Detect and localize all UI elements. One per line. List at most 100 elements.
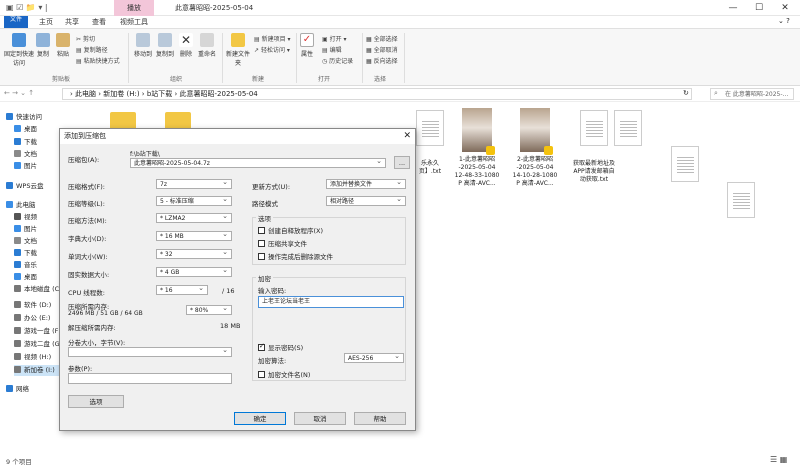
memory-usage-select[interactable]: * 80% (186, 305, 232, 315)
nav-item[interactable]: 此电脑 (6, 200, 60, 211)
new-folder-button[interactable]: 新建文件夹 (226, 33, 250, 67)
archive-name-combo[interactable]: 此意薯昭昭-2025-05-04.7z (130, 158, 386, 168)
select-none-button[interactable]: ▦ 全部取消 (366, 45, 398, 54)
dialog-close-button[interactable]: ✕ (403, 129, 411, 144)
navigation-pane: 快速访问 桌面 下载 文档 图片 WPS云盘 此电脑 视频 图片 文档 下载 音乐 桌面 本地磁盘 (C 软… (0, 104, 60, 452)
nav-arrows-icon[interactable]: ← → ⌄ ↑ (4, 89, 34, 97)
download-icon (14, 138, 21, 145)
paste-shortcut-button[interactable]: ▤ 粘贴快捷方式 (76, 56, 120, 65)
video-thumbnail-icon (520, 108, 553, 155)
nav-item[interactable]: 本地磁盘 (C (14, 284, 60, 295)
nav-item[interactable]: 游戏二盘 (G (14, 339, 60, 350)
browse-button[interactable]: ... (394, 156, 410, 169)
refresh-icon[interactable]: ↻ (683, 89, 689, 97)
nav-item[interactable]: 网络 (6, 384, 60, 395)
search-input[interactable]: 在 此意薯昭昭-2025-... (710, 88, 794, 100)
text-file-icon (580, 110, 608, 146)
move-to-button[interactable]: 移动到 (132, 33, 154, 58)
paste-button[interactable]: 粘贴 (54, 33, 72, 58)
pin-quick-access-button[interactable]: 固定到快速访问 (4, 33, 34, 67)
copy-path-button[interactable]: ▤ 复制路径 (76, 45, 108, 54)
level-select[interactable]: 5 - 标准压缩 (156, 196, 232, 206)
nav-item[interactable]: 视频 (14, 212, 60, 223)
encryption-group-label: 加密 (256, 273, 273, 283)
open-button[interactable]: ▣ 打开 ▾ (322, 34, 347, 43)
nav-item[interactable]: WPS云盘 (6, 181, 60, 192)
file-item[interactable]: 获取最新地址及 APP请发邮箱自 动获取.txt (566, 110, 622, 184)
file-item[interactable]: 2-此意薯昭昭 -2025-05-04 14-10-28-1080 P 高清-A… (508, 108, 562, 188)
properties-button[interactable]: ✓ 属性 (298, 33, 316, 58)
tab-video-tools[interactable]: 视频工具 (114, 16, 154, 28)
nav-item[interactable]: 办公 (E:) (14, 313, 60, 324)
nav-item[interactable]: 下载 (14, 137, 60, 148)
compress-shared-checkbox[interactable]: 压缩共享文件 (258, 238, 307, 248)
password-input[interactable]: 上老王论坛当老王 (258, 296, 404, 308)
encryption-method-label: 加密算法: (258, 357, 287, 365)
threads-total: / 16 (222, 287, 235, 295)
edit-button[interactable]: ▤ 编辑 (322, 45, 342, 54)
copy-to-button[interactable]: 复制到 (154, 33, 176, 58)
file-icon[interactable] (671, 146, 699, 182)
nav-item[interactable]: 游戏一盘 (F (14, 326, 60, 337)
nav-item-label: 办公 (E:) (24, 314, 51, 322)
encrypt-filenames-checkbox[interactable]: 加密文件名(N) (258, 369, 310, 379)
tab-view[interactable]: 查看 (86, 16, 112, 28)
nav-item[interactable]: 新加卷 (I:) (14, 365, 60, 376)
nav-item[interactable]: 下载 (14, 248, 60, 259)
copy-button[interactable]: 复制 (34, 33, 52, 58)
ribbon-collapse-icon[interactable]: ⌄ ? (778, 17, 790, 25)
update-mode-select[interactable]: 添加并替换文件 (326, 179, 406, 189)
tab-home[interactable]: 主页 (33, 16, 59, 28)
tab-share[interactable]: 共享 (59, 16, 85, 28)
nav-item[interactable]: 图片 (14, 161, 60, 172)
minimize-button[interactable]: — (722, 1, 744, 15)
details-view-icon[interactable]: ☰ ▦ (770, 455, 787, 464)
threads-select[interactable]: * 16 (156, 285, 208, 295)
solid-select[interactable]: * 4 GB (156, 267, 232, 277)
cut-button[interactable]: ✂ 剪切 (76, 34, 95, 43)
nav-item[interactable]: 图片 (14, 224, 60, 235)
nav-item[interactable]: 快速访问 (6, 112, 60, 123)
help-button[interactable]: 帮助 (354, 412, 406, 425)
nav-item[interactable]: 文档 (14, 236, 60, 247)
nav-item[interactable]: 桌面 (14, 272, 60, 283)
context-tab-play[interactable]: 播放 (114, 0, 154, 16)
nav-item[interactable]: 桌面 (14, 124, 60, 135)
drive-icon (14, 340, 21, 347)
video-icon (14, 213, 21, 220)
dict-select[interactable]: * 16 MB (156, 231, 232, 241)
file-item[interactable]: 1-此意薯昭昭 -2025-05-04 12-48-33-1080 P 高清-A… (450, 108, 504, 188)
path-mode-select[interactable]: 相对路径 (326, 196, 406, 206)
address-path[interactable]: › 此电脑 › 新加卷 (H:) › b站下载 › 此意薯昭昭-2025-05-… (70, 89, 258, 99)
show-password-checkbox[interactable]: 显示密码(S) (258, 342, 303, 352)
archive-label: 压缩包(A): (68, 156, 100, 164)
ok-button[interactable]: 确定 (234, 412, 286, 425)
cancel-button[interactable]: 取消 (294, 412, 346, 425)
nav-item[interactable]: 视频 (H:) (14, 352, 60, 363)
nav-item-label: 下载 (24, 249, 37, 257)
delete-after-checkbox[interactable]: 操作完成后删除源文件 (258, 251, 333, 261)
quick-access-toolbar-icon[interactable]: ▣ ☑ 📁 ▾ | (6, 3, 48, 12)
new-item-button[interactable]: ▤ 新建项目 ▾ (254, 34, 291, 43)
easy-access-button[interactable]: ↗ 轻松访问 ▾ (254, 45, 290, 54)
file-icon[interactable] (727, 182, 755, 218)
rename-button[interactable]: 重命名 (196, 33, 218, 58)
nav-item[interactable]: 文档 (14, 149, 60, 160)
encryption-method-select[interactable]: AES-256 (344, 353, 404, 363)
select-all-button[interactable]: ▦ 全部选择 (366, 34, 398, 43)
invert-selection-button[interactable]: ▦ 反向选择 (366, 56, 398, 65)
format-select[interactable]: 7z (156, 179, 232, 189)
options-button[interactable]: 选项 (68, 395, 124, 408)
params-input[interactable] (68, 373, 232, 384)
history-button[interactable]: ◷ 历史记录 (322, 56, 353, 65)
maximize-button[interactable]: ☐ (748, 1, 770, 15)
close-button[interactable]: ✕ (774, 1, 796, 15)
nav-item[interactable]: 音乐 (14, 260, 60, 271)
word-select[interactable]: * 32 (156, 249, 232, 259)
nav-item[interactable]: 软件 (D:) (14, 300, 60, 311)
method-select[interactable]: * LZMA2 (156, 213, 232, 223)
tab-file[interactable]: 文件 (4, 16, 29, 28)
delete-button[interactable]: ✕ 删除 (177, 33, 195, 58)
create-sfx-checkbox[interactable]: 创建自释放程序(X) (258, 225, 323, 235)
split-volume-combo[interactable] (68, 347, 232, 357)
